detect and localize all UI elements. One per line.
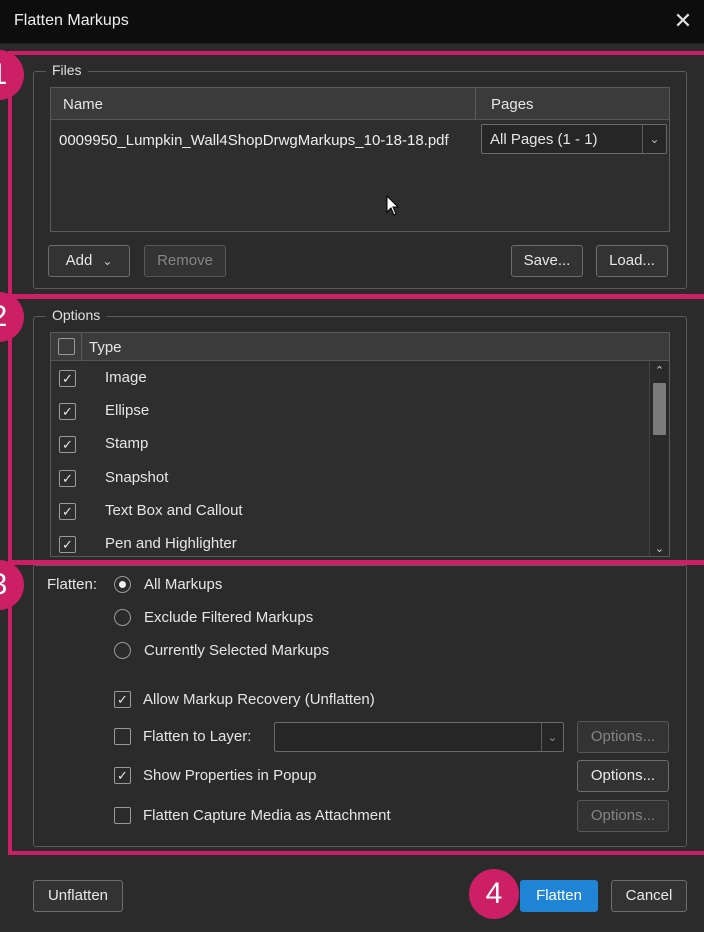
annotation-box-flatten xyxy=(8,560,704,855)
close-icon[interactable]: ✕ xyxy=(670,8,696,34)
annotation-box-options xyxy=(8,294,704,565)
flatten-button[interactable]: Flatten xyxy=(520,880,598,912)
annotation-box-files xyxy=(8,51,704,299)
unflatten-button[interactable]: Unflatten xyxy=(33,880,123,912)
window-title: Flatten Markups xyxy=(14,12,129,29)
cancel-button[interactable]: Cancel xyxy=(611,880,687,912)
annotation-badge-4: 4 xyxy=(469,869,519,919)
title-bar: Flatten Markups ✕ xyxy=(0,0,704,44)
